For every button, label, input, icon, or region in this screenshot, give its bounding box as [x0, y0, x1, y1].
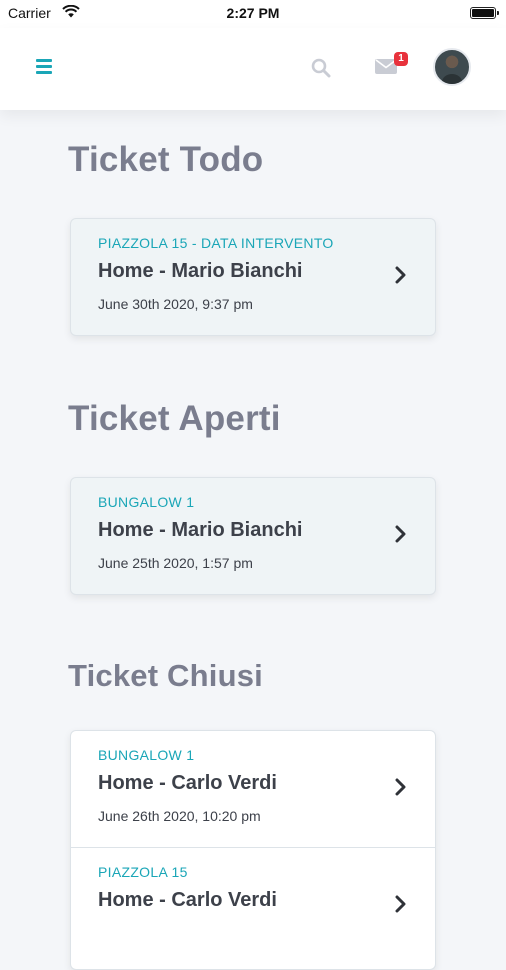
chevron-right-icon — [395, 895, 407, 918]
ticket-date: June 25th 2020, 1:57 pm — [98, 555, 253, 571]
battery-icon — [470, 7, 499, 19]
ticket-location: BUNGALOW 1 — [98, 747, 195, 763]
chevron-right-icon — [395, 266, 407, 289]
chevron-right-icon — [395, 525, 407, 548]
ticket-location: BUNGALOW 1 — [98, 494, 195, 510]
hamburger-menu-icon[interactable] — [36, 59, 52, 75]
ticket-item[interactable]: BUNGALOW 1 Home - Carlo Verdi June 26th … — [71, 731, 435, 847]
ticket-location: PIAZZOLA 15 — [98, 864, 188, 880]
notification-badge: 1 — [394, 52, 408, 66]
ticket-date: June 26th 2020, 10:20 pm — [98, 808, 261, 824]
section-title-aperti: Ticket Aperti — [68, 399, 281, 438]
status-time: 2:27 PM — [226, 5, 280, 21]
ticket-item[interactable]: PIAZZOLA 15 Home - Carlo Verdi — [71, 847, 435, 964]
search-icon[interactable] — [311, 58, 331, 83]
ticket-location: PIAZZOLA 15 - DATA INTERVENTO — [98, 235, 334, 251]
ticket-card-aperti: BUNGALOW 1 Home - Mario Bianchi June 25t… — [70, 477, 436, 595]
ticket-item[interactable]: BUNGALOW 1 Home - Mario Bianchi June 25t… — [71, 478, 435, 594]
ticket-item[interactable]: PIAZZOLA 15 - DATA INTERVENTO Home - Mar… — [71, 219, 435, 335]
section-title-todo: Ticket Todo — [68, 140, 264, 179]
app-header: 1 — [0, 28, 506, 110]
ticket-name: Home - Carlo Verdi — [98, 772, 277, 794]
ticket-card-chiusi: BUNGALOW 1 Home - Carlo Verdi June 26th … — [70, 730, 436, 970]
ticket-name: Home - Mario Bianchi — [98, 519, 303, 541]
section-title-chiusi: Ticket Chiusi — [68, 658, 263, 693]
ticket-name: Home - Carlo Verdi — [98, 889, 277, 911]
status-bar: Carrier 2:27 PM — [0, 0, 506, 28]
ticket-card-todo: PIAZZOLA 15 - DATA INTERVENTO Home - Mar… — [70, 218, 436, 336]
ticket-date: June 30th 2020, 9:37 pm — [98, 296, 253, 312]
chevron-right-icon — [395, 778, 407, 801]
avatar[interactable] — [433, 48, 471, 86]
ticket-name: Home - Mario Bianchi — [98, 260, 303, 282]
